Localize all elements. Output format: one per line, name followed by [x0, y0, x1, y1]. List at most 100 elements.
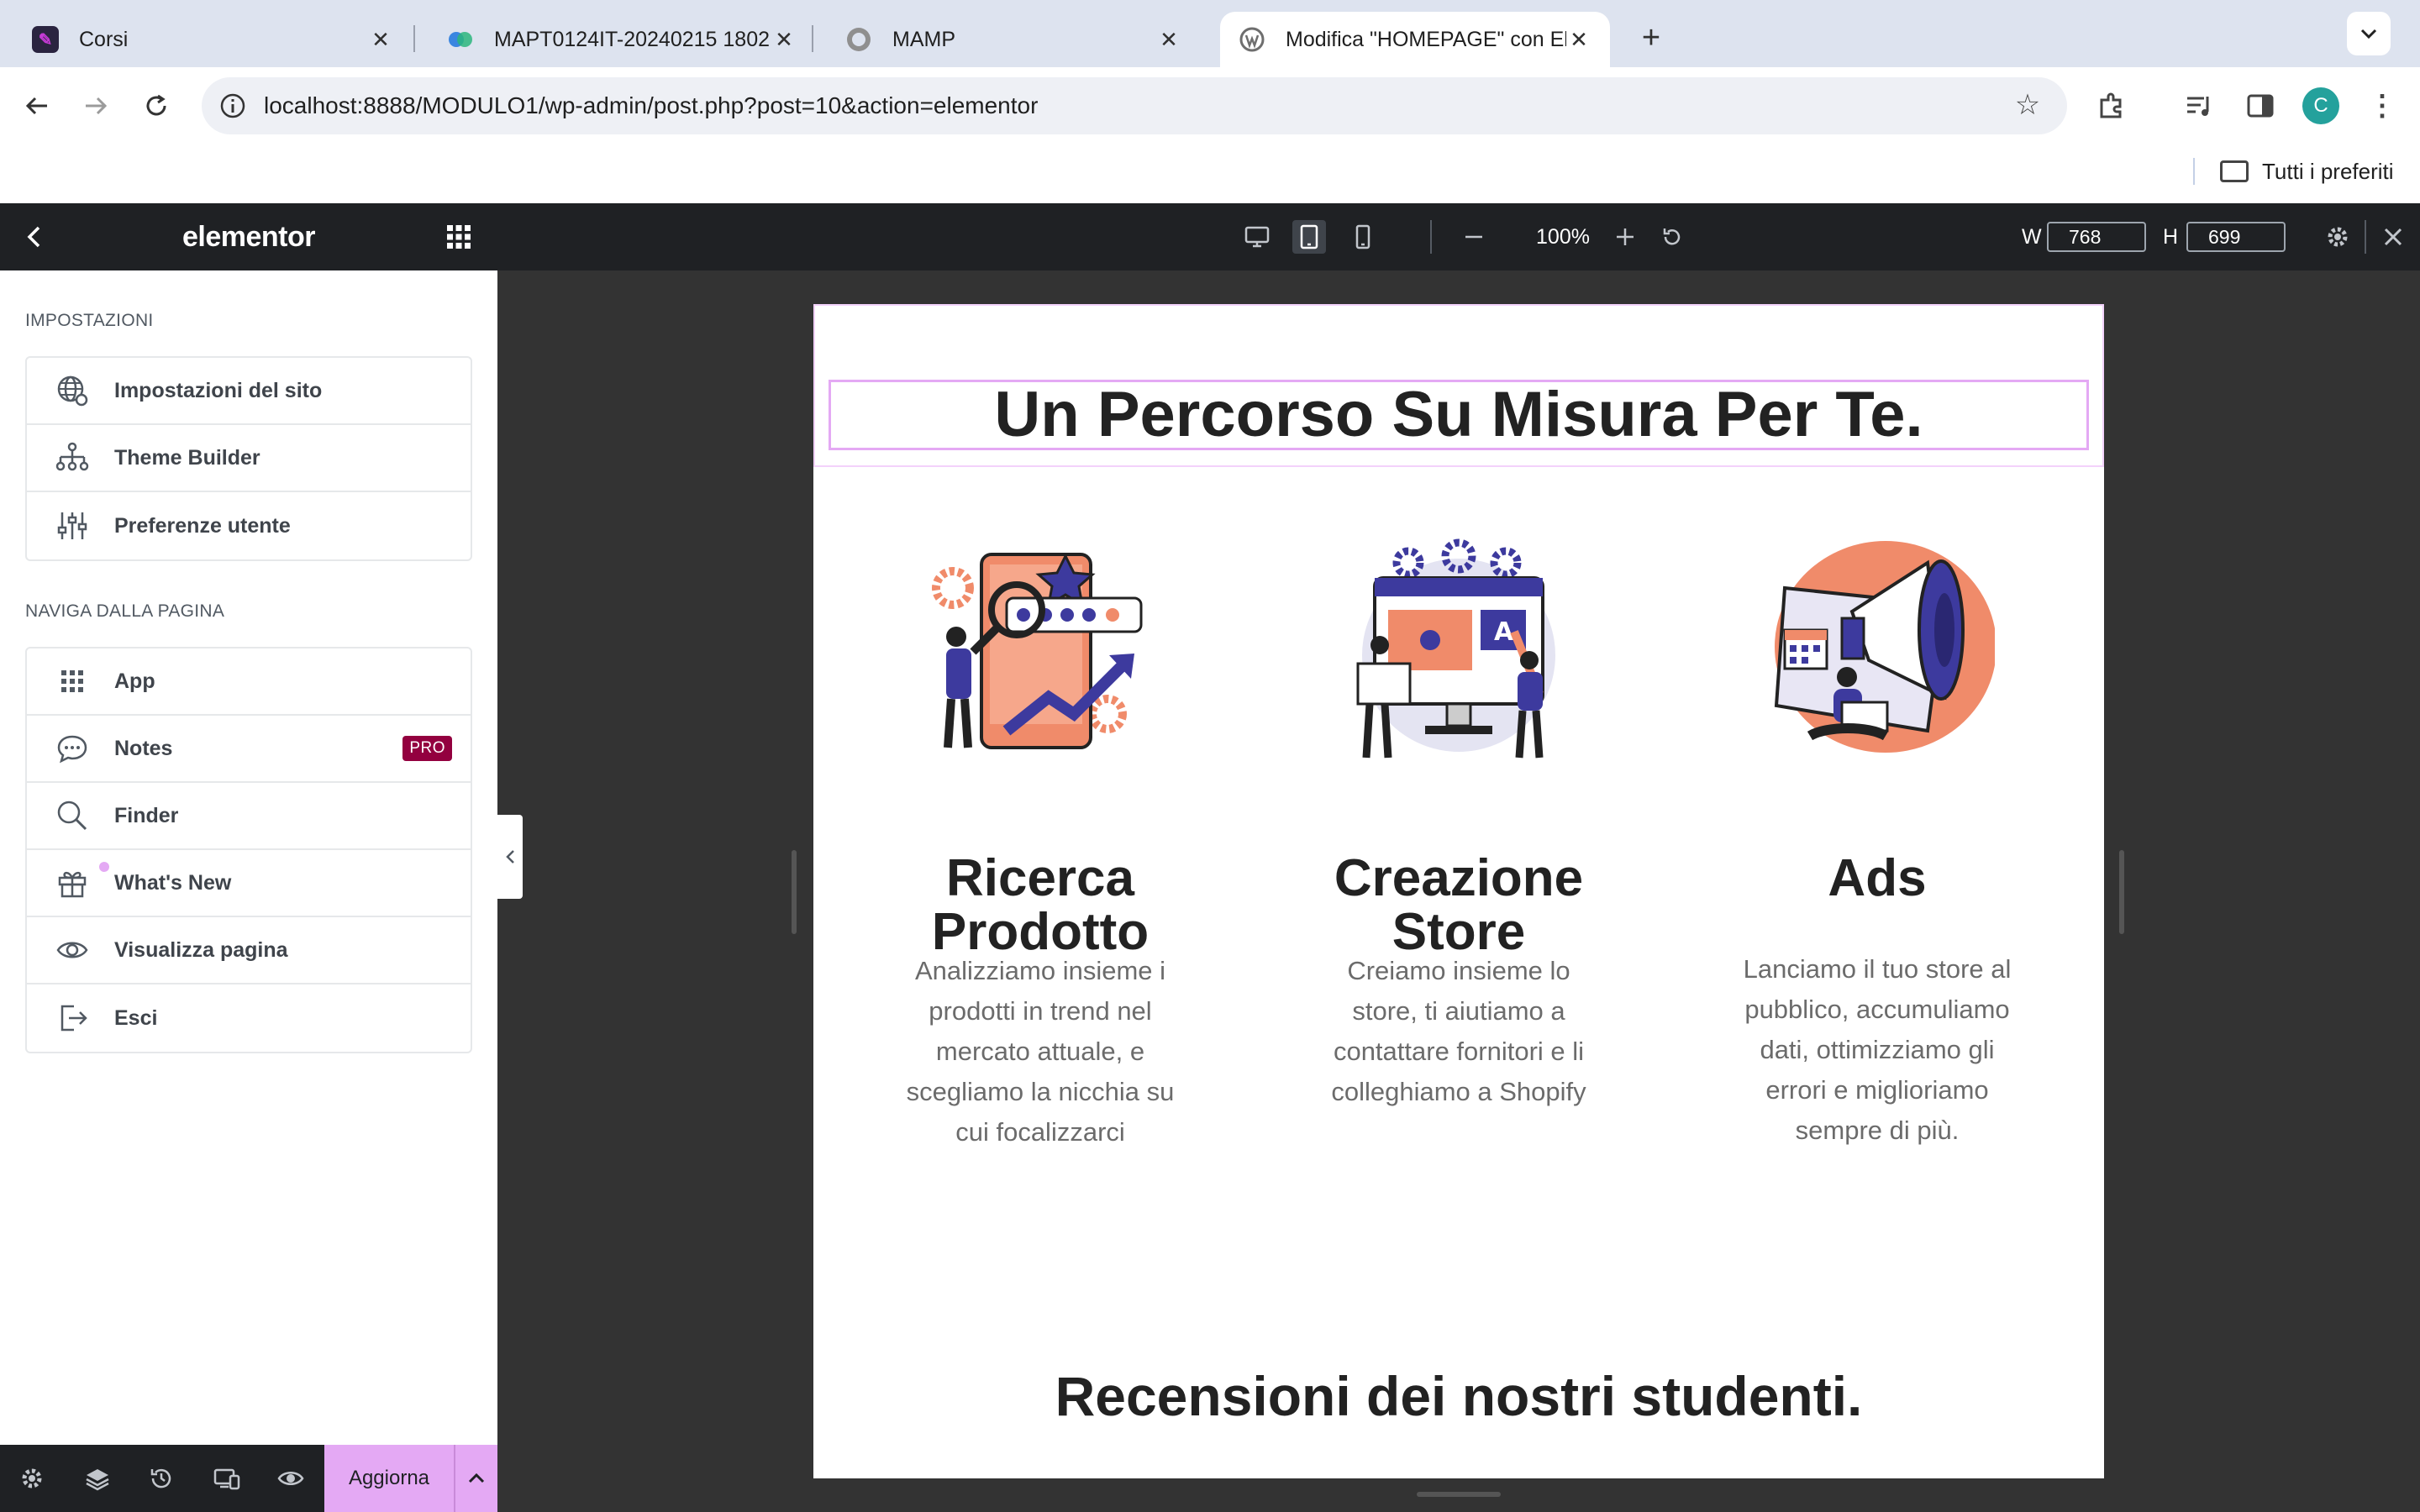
- layers-icon[interactable]: [81, 1462, 114, 1495]
- tab-search-button[interactable]: [2347, 12, 2391, 55]
- gear-icon: [2328, 227, 2348, 247]
- feature-title-line1: Ricerca: [945, 849, 1135, 907]
- page-preview: Un Percorso Su Misura Per Te. Ricerca Pr…: [813, 304, 2104, 1478]
- browser-tab-mapt[interactable]: MAPT0124IT-20240215 1802 ✕: [415, 12, 815, 67]
- all-bookmarks-folder[interactable]: Tutti i preferiti: [2220, 155, 2394, 188]
- toolbar-divider: [1430, 220, 1432, 254]
- browser-tab-mamp[interactable]: MAMP ✕: [813, 12, 1200, 67]
- menu-item-label: Impostazioni del sito: [114, 378, 323, 402]
- profile-avatar[interactable]: C: [2302, 87, 2339, 124]
- update-button[interactable]: Aggiorna: [324, 1445, 454, 1512]
- elementor-panel-footer: Aggiorna: [0, 1445, 497, 1512]
- exit-icon: [52, 998, 92, 1038]
- minus-icon: [1465, 235, 1482, 239]
- extensions-icon[interactable]: [2091, 86, 2131, 126]
- menu-item-label: Notes: [114, 736, 173, 760]
- menu-item-label: Esci: [114, 1005, 158, 1030]
- reload-button[interactable]: [133, 82, 180, 129]
- search-icon: [52, 795, 92, 836]
- close-tab-icon[interactable]: ✕: [1566, 27, 1591, 52]
- menu-item-notes[interactable]: Notes PRO: [27, 716, 471, 783]
- menu-item-exit[interactable]: Esci: [27, 984, 471, 1052]
- tablet-icon: [1300, 224, 1318, 249]
- close-tab-icon[interactable]: ✕: [771, 27, 797, 52]
- close-tab-icon[interactable]: ✕: [1156, 27, 1181, 52]
- desktop-device-button[interactable]: [1240, 220, 1274, 254]
- menu-item-user-preferences[interactable]: Preferenze utente: [27, 492, 471, 559]
- folder-label: Tutti i preferiti: [2262, 158, 2394, 184]
- tab-title: Corsi: [79, 27, 129, 51]
- mobile-icon: [1355, 224, 1370, 249]
- apps-grid-icon: [52, 661, 92, 701]
- forward-button[interactable]: [72, 82, 119, 129]
- responsive-toolbar: 100% W H: [497, 203, 2420, 270]
- preview-eye-icon[interactable]: [274, 1462, 308, 1495]
- back-button[interactable]: [13, 82, 60, 129]
- zoom-in-button[interactable]: [1608, 220, 1642, 254]
- editor-canvas: Un Percorso Su Misura Per Te. Ricerca Pr…: [497, 270, 2420, 1512]
- collapse-panel-button[interactable]: [497, 815, 523, 899]
- notification-dot: [99, 862, 109, 872]
- menu-item-site-settings[interactable]: Impostazioni del sito: [27, 358, 471, 425]
- browser-menu-icon[interactable]: ⋮: [2361, 84, 2403, 128]
- globe-settings-icon: [52, 370, 92, 411]
- settings-section-title: IMPOSTAZIONI: [25, 311, 154, 330]
- url-text: localhost:8888/MODULO1/wp-admin/post.php…: [264, 92, 1039, 118]
- side-panel-icon[interactable]: [2240, 86, 2281, 126]
- publish-options-button[interactable]: [454, 1445, 497, 1512]
- feature-description: Creiamo insieme lo store, ti aiutiamo a …: [1331, 956, 1586, 1106]
- sitemap-icon: [52, 438, 92, 478]
- tab-title: Modifica "HOMEPAGE" con El: [1286, 27, 1566, 51]
- breakpoint-settings-button[interactable]: [2321, 220, 2354, 254]
- history-icon[interactable]: [145, 1462, 178, 1495]
- browser-toolbar: localhost:8888/MODULO1/wp-admin/post.php…: [0, 67, 2420, 144]
- menu-item-whats-new[interactable]: What's New: [27, 850, 471, 917]
- menu-item-view-page[interactable]: Visualizza pagina: [27, 917, 471, 984]
- chevron-left-icon: [27, 226, 40, 248]
- webex-favicon-icon: [447, 26, 474, 53]
- site-info-icon[interactable]: [215, 88, 250, 123]
- chevron-down-icon: [2360, 29, 2377, 39]
- menu-item-app[interactable]: App: [27, 648, 471, 716]
- bookmarks-divider: [2193, 158, 2195, 185]
- close-tab-icon[interactable]: ✕: [368, 27, 393, 52]
- reviews-heading[interactable]: Recensioni dei nostri studenti.: [813, 1364, 2104, 1428]
- widgets-grid-icon[interactable]: [445, 223, 472, 250]
- bookmark-star-icon[interactable]: ☆: [2008, 86, 2047, 124]
- browser-tab-elementor[interactable]: Modifica "HOMEPAGE" con El ✕: [1220, 12, 1610, 67]
- main-heading[interactable]: Un Percorso Su Misura Per Te.: [813, 378, 2104, 451]
- width-label: W: [2022, 225, 2042, 249]
- reset-zoom-button[interactable]: [1655, 220, 1689, 254]
- back-to-elements-button[interactable]: [18, 220, 52, 254]
- settings-gear-icon[interactable]: [15, 1462, 49, 1495]
- menu-item-label: Visualizza pagina: [114, 937, 288, 962]
- elementor-logo: elementor: [182, 221, 316, 253]
- tab-title: MAMP: [892, 27, 955, 51]
- pro-badge: PRO: [402, 736, 452, 761]
- menu-item-label: Theme Builder: [114, 445, 260, 470]
- resize-handle-right[interactable]: [2119, 850, 2124, 934]
- media-control-icon[interactable]: [2180, 86, 2220, 126]
- tablet-device-button[interactable]: [1292, 220, 1326, 254]
- product-research-illustration: [932, 553, 1143, 749]
- close-responsive-button[interactable]: [2376, 220, 2410, 254]
- new-tab-button[interactable]: +: [1630, 17, 1672, 59]
- menu-item-theme-builder[interactable]: Theme Builder: [27, 425, 471, 492]
- svg-text:A: A: [1494, 617, 1514, 647]
- zoom-out-button[interactable]: [1457, 220, 1491, 254]
- height-input[interactable]: [2186, 222, 2286, 252]
- resize-handle-left[interactable]: [792, 850, 797, 934]
- wordpress-favicon-icon: [1239, 26, 1265, 53]
- mobile-device-button[interactable]: [1346, 220, 1380, 254]
- sliders-icon: [52, 506, 92, 546]
- menu-item-label: Preferenze utente: [114, 513, 291, 538]
- width-input[interactable]: [2047, 222, 2146, 252]
- mamp-favicon-icon: [845, 26, 872, 53]
- menu-item-finder[interactable]: Finder: [27, 783, 471, 850]
- height-label: H: [2163, 225, 2179, 249]
- address-bar[interactable]: localhost:8888/MODULO1/wp-admin/post.php…: [202, 77, 2067, 134]
- resize-handle-bottom[interactable]: [1417, 1492, 1501, 1497]
- responsive-mode-icon[interactable]: [210, 1462, 244, 1495]
- browser-tab-corsi[interactable]: ✎ Corsi ✕: [0, 12, 412, 67]
- gift-icon: [52, 863, 92, 903]
